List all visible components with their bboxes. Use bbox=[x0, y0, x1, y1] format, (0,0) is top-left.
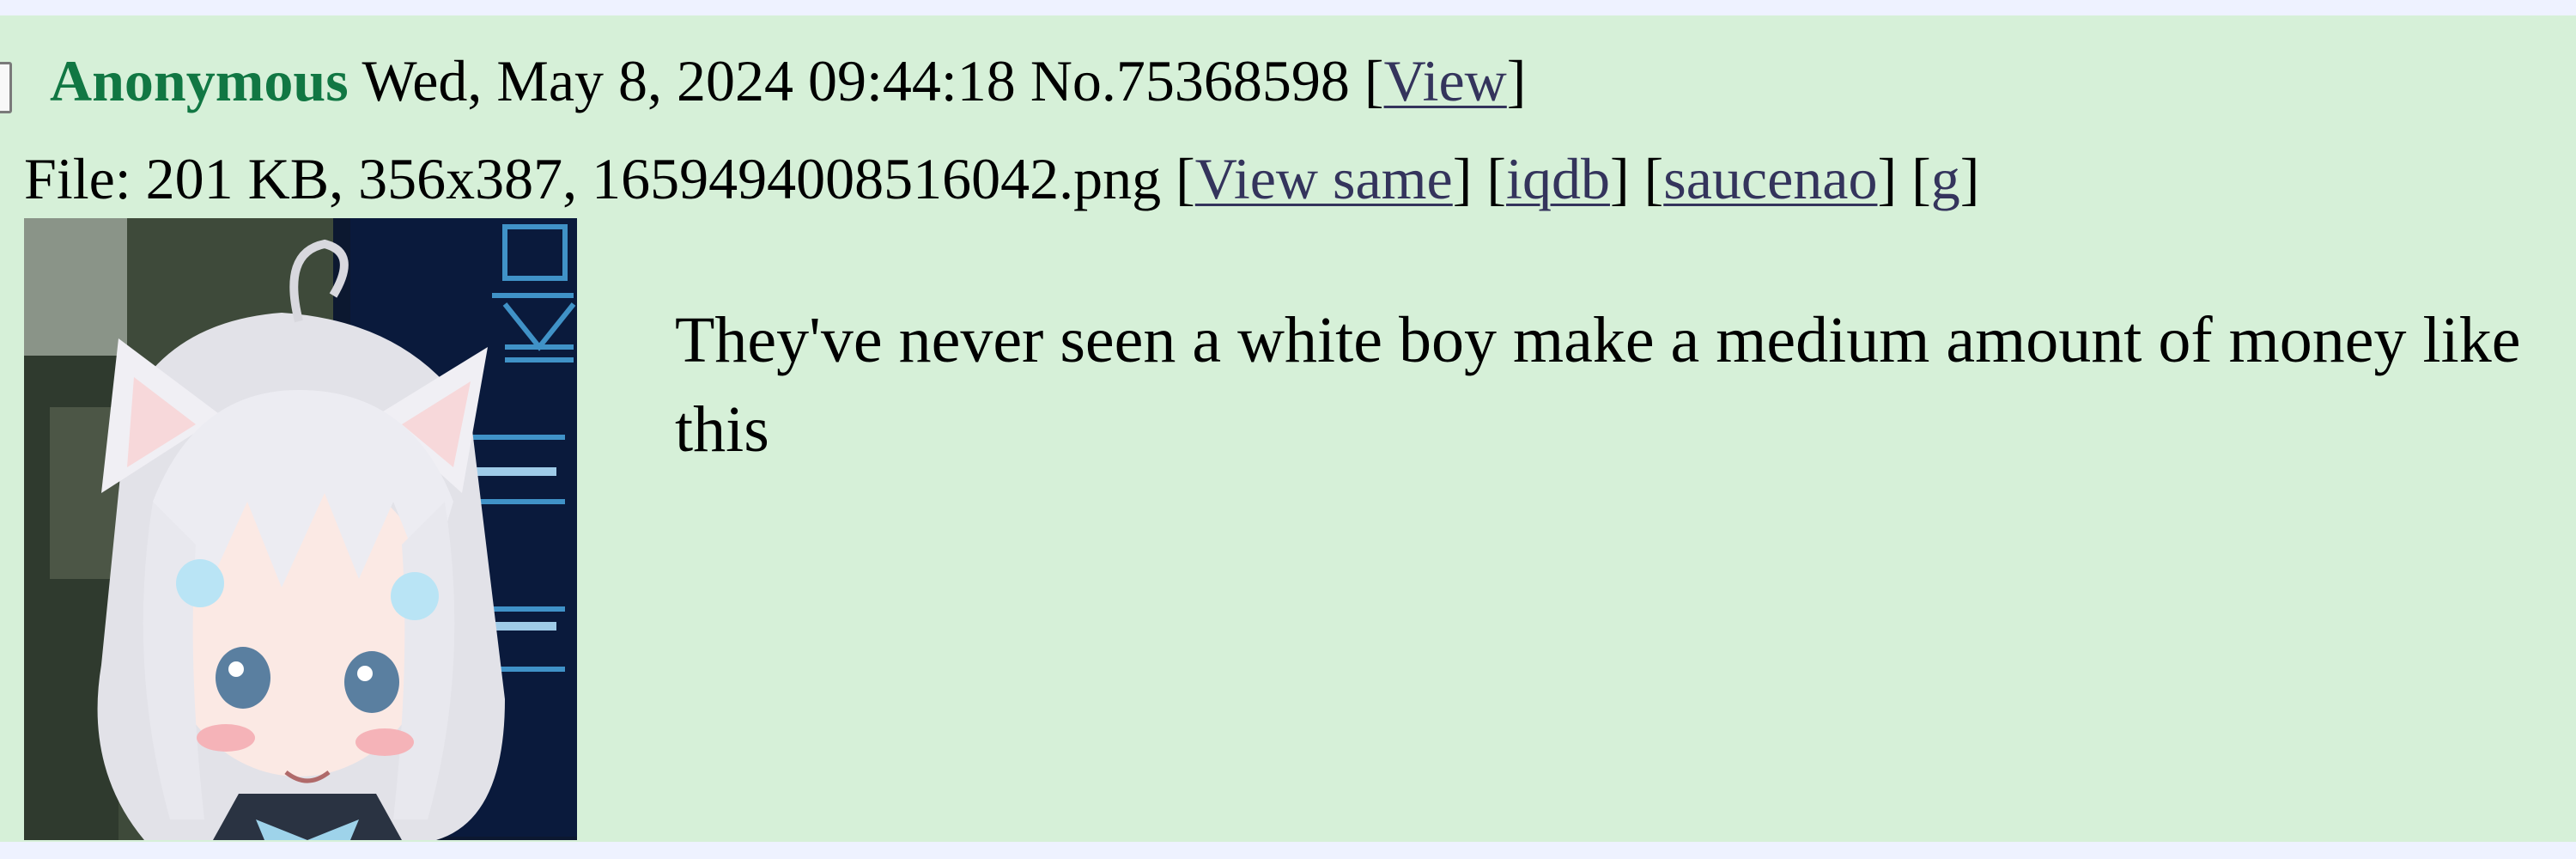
view-link-wrapper: [View] bbox=[1364, 48, 1527, 113]
file-info: File: 201 KB, 356x387, 1659494008516042.… bbox=[24, 146, 1162, 211]
iqdb-link[interactable]: iqdb bbox=[1506, 146, 1610, 211]
saucenao-wrapper: [saucenao] bbox=[1643, 146, 1898, 211]
view-same-link[interactable]: View same bbox=[1195, 146, 1453, 211]
post-header: Anonymous Wed, May 8, 2024 09:44:18 No.7… bbox=[50, 40, 1526, 122]
iqdb-wrapper: [iqdb] bbox=[1486, 146, 1630, 211]
google-wrapper: [g] bbox=[1911, 146, 1980, 211]
view-same-wrapper: [View same] bbox=[1176, 146, 1473, 211]
anime-catgirl-thumbnail-icon[interactable] bbox=[24, 218, 577, 840]
post-datetime: Wed, May 8, 2024 09:44:18 bbox=[361, 48, 1016, 113]
file-info-line: File: 201 KB, 356x387, 1659494008516042.… bbox=[24, 137, 1979, 220]
poster-name: Anonymous bbox=[50, 48, 349, 113]
post-comment: They've never seen a white boy make a me… bbox=[675, 304, 2521, 466]
post-reply: Anonymous Wed, May 8, 2024 09:44:18 No.7… bbox=[0, 15, 2576, 842]
saucenao-link[interactable]: saucenao bbox=[1663, 146, 1877, 211]
view-link[interactable]: View bbox=[1384, 48, 1507, 113]
post-number[interactable]: No.75368598 bbox=[1030, 48, 1350, 113]
google-link[interactable]: g bbox=[1931, 146, 1960, 211]
post-select-checkbox[interactable] bbox=[0, 62, 12, 113]
